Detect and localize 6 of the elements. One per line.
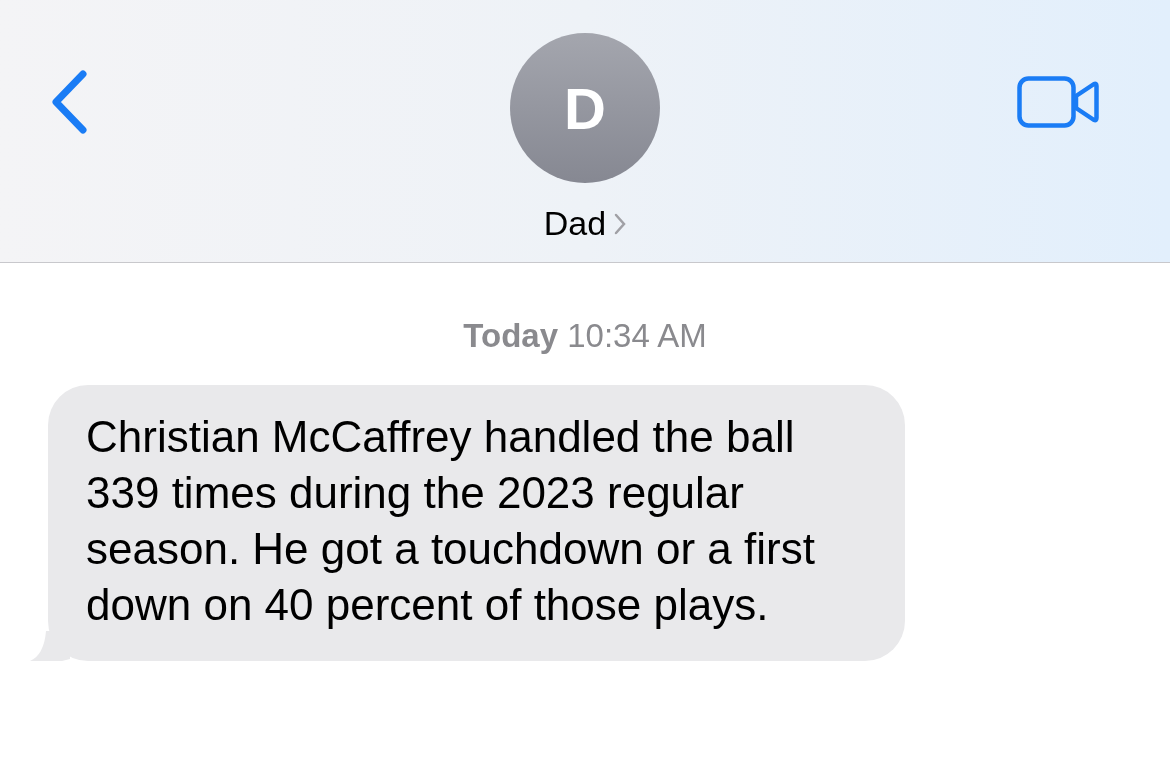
chevron-right-icon xyxy=(614,212,627,235)
message-timestamp: Today 10:34 AM xyxy=(463,316,707,356)
contact-name-button[interactable]: Dad xyxy=(0,198,1170,249)
video-camera-icon[interactable] xyxy=(1017,76,1099,128)
contact-name[interactable]: Dad xyxy=(543,198,607,249)
back-icon[interactable] xyxy=(50,70,88,134)
